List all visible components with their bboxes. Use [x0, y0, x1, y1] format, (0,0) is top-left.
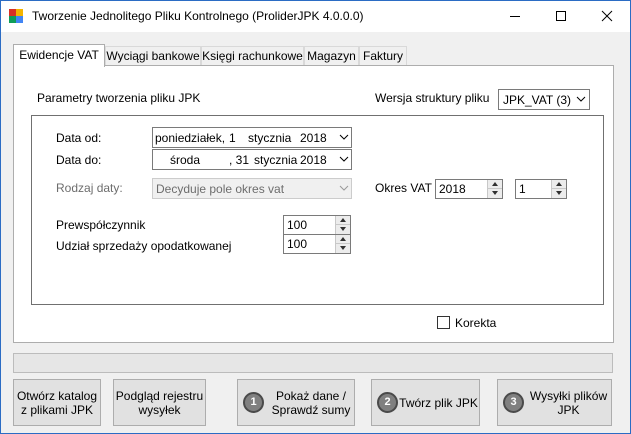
window-title: Tworzenie Jednolitego Pliku Kontrolnego …: [32, 9, 364, 23]
date-from-weekday: poniedziałek,: [155, 131, 226, 145]
step-3-icon: 3: [503, 392, 524, 413]
taxable-sales-share-label: Udział sprzedaży opodatkowanej: [56, 239, 232, 253]
date-type-select[interactable]: Decyduje pole okres vat: [152, 178, 352, 199]
taxable-sales-share-spinner[interactable]: 100: [283, 234, 351, 254]
vat-period-year-spinner[interactable]: 2018: [435, 179, 503, 199]
korekta-label: Korekta: [455, 316, 497, 330]
date-from-label: Data od:: [56, 131, 102, 145]
vat-period-month-spinner[interactable]: 1: [515, 179, 567, 199]
create-jpk-file-button[interactable]: 2 Twórz plik JPK: [371, 379, 480, 426]
prewspolczynnik-value: 100: [287, 218, 308, 232]
structure-label: Wersja struktury pliku: [375, 91, 490, 105]
date-from-year: 2018: [300, 131, 327, 145]
date-from-day: 1: [229, 131, 236, 145]
taxable-sales-share-value: 100: [287, 237, 308, 251]
date-to-label: Data do:: [56, 153, 102, 167]
prewspolczynnik-spinner[interactable]: 100: [283, 215, 351, 235]
korekta-checkbox[interactable]: [437, 316, 450, 329]
spin-down-icon[interactable]: [552, 189, 566, 198]
minimize-icon: [510, 16, 520, 17]
chevron-down-icon: [576, 96, 586, 102]
chevron-down-icon: [339, 134, 349, 140]
step-2-icon: 2: [377, 392, 398, 413]
create-jpk-file-label: Twórz plik JPK: [399, 396, 478, 410]
tab-ewidencje-vat[interactable]: Ewidencje VAT: [13, 44, 105, 67]
spin-down-icon[interactable]: [336, 225, 350, 234]
spin-up-icon[interactable]: [336, 235, 350, 244]
spin-up-icon[interactable]: [488, 180, 502, 189]
date-to-weekday: środa: [170, 153, 201, 167]
vat-period-year-value: 2018: [439, 182, 466, 196]
tab-faktury[interactable]: Faktury: [359, 46, 407, 66]
maximize-button[interactable]: [538, 1, 584, 31]
spin-up-icon[interactable]: [552, 180, 566, 189]
open-jpk-folder-button[interactable]: Otwórz katalog z plikami JPK: [13, 379, 101, 426]
shipment-register-preview-button[interactable]: Podgląd rejestru wysyłek: [113, 379, 206, 426]
close-button[interactable]: [584, 1, 630, 31]
prewspolczynnik-label: Prewspółczynnik: [56, 218, 146, 232]
date-type-value: Decyduje pole okres vat: [156, 182, 285, 196]
progress-bar: [13, 353, 613, 373]
params-heading: Parametry tworzenia pliku JPK: [37, 91, 201, 105]
date-from-picker[interactable]: poniedziałek, 1 stycznia 2018: [152, 127, 352, 148]
jpk-shipments-label: Wysyłki plików JPK: [529, 389, 608, 417]
tab-ksiegi-rachunkowe[interactable]: Księgi rachunkowe: [201, 46, 304, 66]
maximize-icon: [556, 11, 566, 21]
step-1-icon: 1: [243, 392, 264, 413]
tab-magazyn[interactable]: Magazyn: [304, 46, 359, 66]
date-to-picker[interactable]: środa , 31 stycznia 2018: [152, 149, 352, 170]
vat-period-month-value: 1: [519, 182, 526, 196]
app-icon: [9, 9, 23, 23]
date-to-month: stycznia: [254, 153, 298, 167]
date-to-year: 2018: [300, 153, 327, 167]
show-data-check-sums-label: Pokaż dane / Sprawdź sumy: [271, 389, 351, 417]
close-icon: [601, 10, 613, 22]
date-from-month: stycznia: [248, 131, 292, 145]
shipment-register-preview-label: Podgląd rejestru wysyłek: [115, 389, 204, 417]
chevron-down-icon: [339, 156, 349, 162]
minimize-button[interactable]: [492, 1, 538, 31]
vat-period-label: Okres VAT: [375, 181, 432, 195]
structure-value: JPK_VAT (3): [503, 93, 572, 107]
chevron-down-icon: [339, 185, 349, 191]
open-jpk-folder-label: Otwórz katalog z plikami JPK: [16, 389, 98, 417]
show-data-check-sums-button[interactable]: 1 Pokaż dane / Sprawdź sumy: [237, 379, 355, 426]
app-window: Tworzenie Jednolitego Pliku Kontrolnego …: [0, 0, 631, 434]
title-bar: Tworzenie Jednolitego Pliku Kontrolnego …: [1, 1, 630, 32]
jpk-shipments-button[interactable]: 3 Wysyłki plików JPK: [497, 379, 612, 426]
structure-select[interactable]: JPK_VAT (3): [498, 89, 590, 110]
date-type-label: Rodzaj daty:: [56, 181, 123, 195]
tab-wyciagi-bankowe[interactable]: Wyciągi bankowe: [105, 46, 201, 66]
spin-up-icon[interactable]: [336, 216, 350, 225]
date-to-day: , 31: [229, 153, 250, 167]
spin-down-icon[interactable]: [488, 189, 502, 198]
spin-down-icon[interactable]: [336, 244, 350, 253]
